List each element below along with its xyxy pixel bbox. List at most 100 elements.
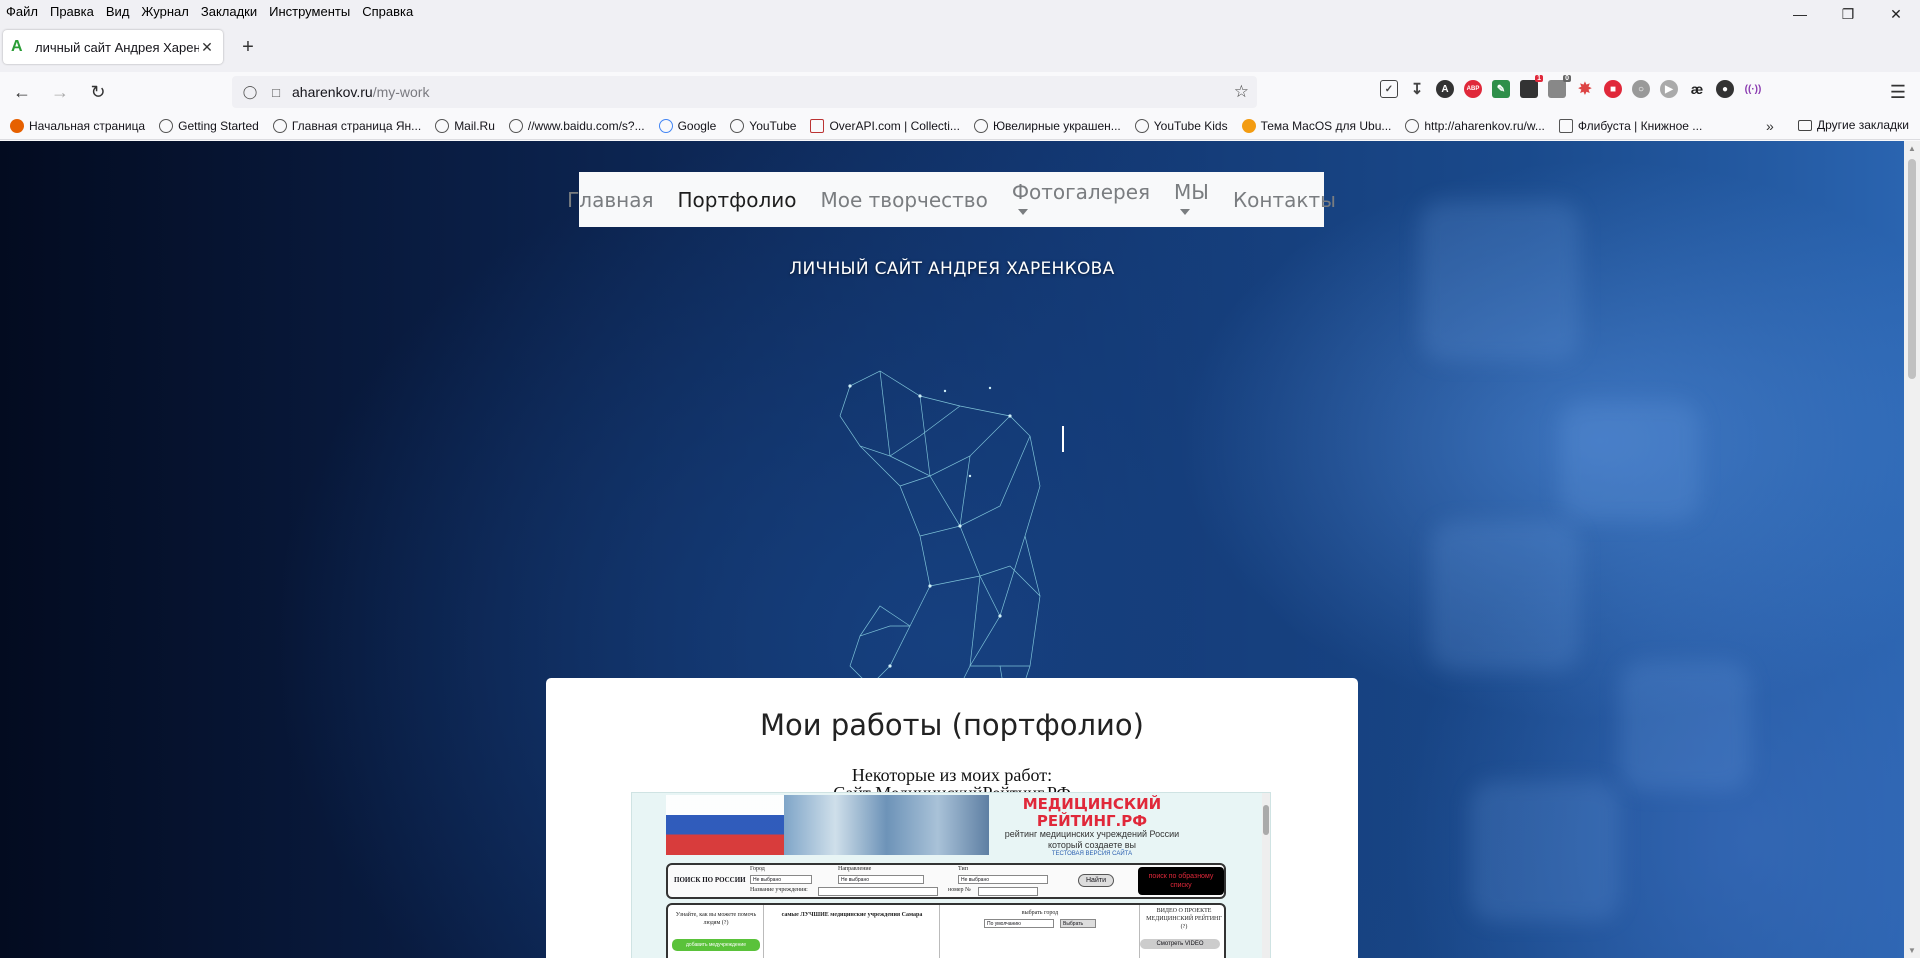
background-blur-shape (1420, 201, 1580, 361)
bookmarks-overflow-icon[interactable]: » (1766, 118, 1774, 134)
figurative-search-box[interactable]: поиск по образному списку (1138, 867, 1224, 895)
tab-active[interactable]: A личный сайт Андрея Харенков ✕ (3, 30, 223, 64)
menu-bookmarks[interactable]: Закладки (195, 4, 263, 19)
number-input[interactable] (978, 887, 1038, 896)
adblock-icon[interactable]: ABP (1464, 80, 1482, 98)
font-a-icon[interactable]: A (1436, 80, 1454, 98)
best-institutions-text: самые ЛУЧШИЕ медицинские учреждения Сама… (781, 912, 923, 918)
menu-view[interactable]: Вид (100, 4, 136, 19)
type-select[interactable]: Не выбрано (958, 875, 1048, 884)
reload-icon[interactable]: ↻ (82, 76, 114, 108)
bookmarks-bar: Начальная страница Getting Started Главн… (0, 112, 1920, 140)
add-institution-button[interactable]: добавить медучреждение (672, 939, 760, 951)
pocket-icon[interactable]: ✓ (1380, 80, 1398, 98)
other-bookmarks-folder[interactable]: Другие закладки (1798, 118, 1909, 132)
bookmark-label: Ювелирные украшен... (992, 118, 1121, 133)
work-screenshot[interactable]: МЕДИЦИНСКИЙ РЕЙТИНГ.РФ рейтинг медицинск… (631, 792, 1271, 958)
screenshot-scrollbar[interactable] (1262, 793, 1270, 958)
bookmark-item[interactable]: Ювелирные украшен... (973, 118, 1121, 133)
globe-icon (1405, 118, 1420, 133)
extension-badge-gray-icon[interactable]: 0 (1548, 75, 1571, 98)
forward-arrow-icon[interactable]: → (44, 76, 76, 108)
bookmark-item[interactable]: Флибуста | Книжное ... (1558, 118, 1702, 133)
portfolio-card: Мои работы (портфолио) Некоторые из моих… (546, 678, 1358, 958)
background-blur-shape (1560, 401, 1700, 521)
download-icon[interactable]: ↧ (1408, 80, 1426, 98)
bookmark-item[interactable]: Тема MacOS для Ubu... (1241, 118, 1392, 133)
firefox-icon (10, 118, 24, 133)
russian-flag-image (666, 795, 784, 855)
menu-history[interactable]: Журнал (135, 4, 194, 19)
bookmark-item[interactable]: Главная страница Ян... (272, 118, 422, 133)
nav-portfolio[interactable]: Портфолио (678, 188, 797, 212)
choose-button[interactable]: Выбрать (1060, 919, 1096, 928)
bookmark-item[interactable]: Mail.Ru (435, 118, 495, 133)
red-shield-icon[interactable]: ■ (1604, 80, 1622, 98)
pinwheel-icon[interactable]: ✸ (1576, 80, 1594, 98)
page-scrollbar[interactable]: ▲ ▼ (1904, 141, 1920, 958)
nav-home[interactable]: Главная (567, 188, 653, 212)
ae-icon[interactable]: æ (1688, 80, 1706, 98)
menu-file[interactable]: Файл (0, 4, 44, 19)
nav-we-label: МЫ (1174, 180, 1209, 204)
new-tab-icon[interactable]: + (236, 36, 260, 60)
back-arrow-icon[interactable]: ← (6, 76, 38, 108)
bookmark-item[interactable]: //www.baidu.com/s?... (508, 118, 645, 133)
lock-icon[interactable]: □ (266, 85, 286, 100)
bookmark-label: OverAPI.com | Collecti... (829, 118, 960, 133)
city-select[interactable]: Не выбрано (750, 875, 812, 884)
nav-my-work[interactable]: Мое творчество (820, 188, 987, 212)
radio-waves-icon[interactable]: ((·)) (1744, 80, 1762, 98)
menu-help[interactable]: Справка (356, 4, 419, 19)
flibusta-icon (1558, 118, 1573, 133)
nav-we[interactable]: МЫ (1174, 180, 1209, 219)
extensions-toolbar: ✓ ↧ A ABP ✎ 1 0 ✸ ■ ○ ▶ æ ● ((·)) (1380, 75, 1762, 98)
shield-icon[interactable]: ◯ (240, 84, 260, 100)
bookmark-item[interactable]: http://aharenkov.ru/w... (1405, 118, 1545, 133)
info-grid-panel: Узнайте, как вы можете помочь людям (?) … (666, 903, 1226, 958)
tab-close-icon[interactable]: ✕ (199, 39, 215, 56)
address-bar[interactable]: ◯ □ aharenkov.ru/my-work ☆ (232, 76, 1257, 108)
bookmark-item[interactable]: Начальная страница (10, 118, 145, 133)
site-title: ЛИЧНЫЙ САЙТ АНДРЕЯ ХАРЕНКОВА (789, 259, 1115, 279)
document-extension-icon[interactable]: ✎ (1492, 80, 1510, 98)
bookmark-label: Тема MacOS для Ubu... (1260, 118, 1392, 133)
direction-select[interactable]: Не выбрано (838, 875, 924, 884)
bookmark-star-icon[interactable]: ☆ (1234, 82, 1249, 102)
other-bookmarks-label: Другие закладки (1817, 118, 1909, 132)
folder-icon (1798, 119, 1812, 131)
menu-edit[interactable]: Правка (44, 4, 100, 19)
extension-badge-red-icon[interactable]: 1 (1520, 75, 1543, 98)
institution-input[interactable] (818, 887, 938, 896)
menu-tools[interactable]: Инструменты (263, 4, 356, 19)
people-icon[interactable]: ● (1716, 80, 1734, 98)
nav-contacts[interactable]: Контакты (1233, 188, 1336, 212)
nav-gallery[interactable]: Фотогалерея (1012, 180, 1150, 219)
play-icon[interactable]: ▶ (1660, 80, 1678, 98)
bookmark-item[interactable]: Google (658, 118, 716, 133)
watch-video-button[interactable]: Смотреть VIDEO (1140, 939, 1220, 949)
screenshot-scroll-thumb[interactable] (1263, 805, 1269, 835)
dropdown-caret-icon (1017, 208, 1028, 215)
default-select[interactable]: По умолчанию (984, 919, 1054, 928)
site-navigation: Главная Портфолио Мое творчество Фотогал… (567, 172, 1336, 227)
hamburger-menu-icon[interactable]: ☰ (1890, 82, 1906, 103)
doctors-photo-collage (784, 795, 989, 855)
scroll-down-arrow-icon[interactable]: ▼ (1907, 946, 1917, 955)
bookmark-item[interactable]: YouTube Kids (1134, 118, 1228, 133)
choose-city-label: выбрать город (1021, 910, 1059, 916)
globe-icon[interactable]: ○ (1632, 80, 1650, 98)
bookmark-item[interactable]: OverAPI.com | Collecti... (810, 118, 960, 133)
bookmark-item[interactable]: YouTube (730, 118, 796, 133)
background-blur-shape (1430, 521, 1580, 671)
site-favicon-icon: A (11, 38, 23, 55)
search-panel: ПОИСК ПО РОССИИ Город Не выбрано Направл… (666, 863, 1226, 899)
badge-count-gray: 0 (1563, 75, 1571, 82)
page-scroll-thumb[interactable] (1908, 159, 1916, 379)
find-button[interactable]: Найти (1078, 874, 1114, 887)
orange-theme-icon (1241, 118, 1256, 133)
scroll-up-arrow-icon[interactable]: ▲ (1907, 144, 1917, 153)
bookmark-item[interactable]: Getting Started (159, 118, 259, 133)
bookmark-label: Главная страница Ян... (291, 118, 422, 133)
test-version-note: ТЕСТОВАЯ ВЕРСИЯ САЙТА (1051, 851, 1133, 857)
